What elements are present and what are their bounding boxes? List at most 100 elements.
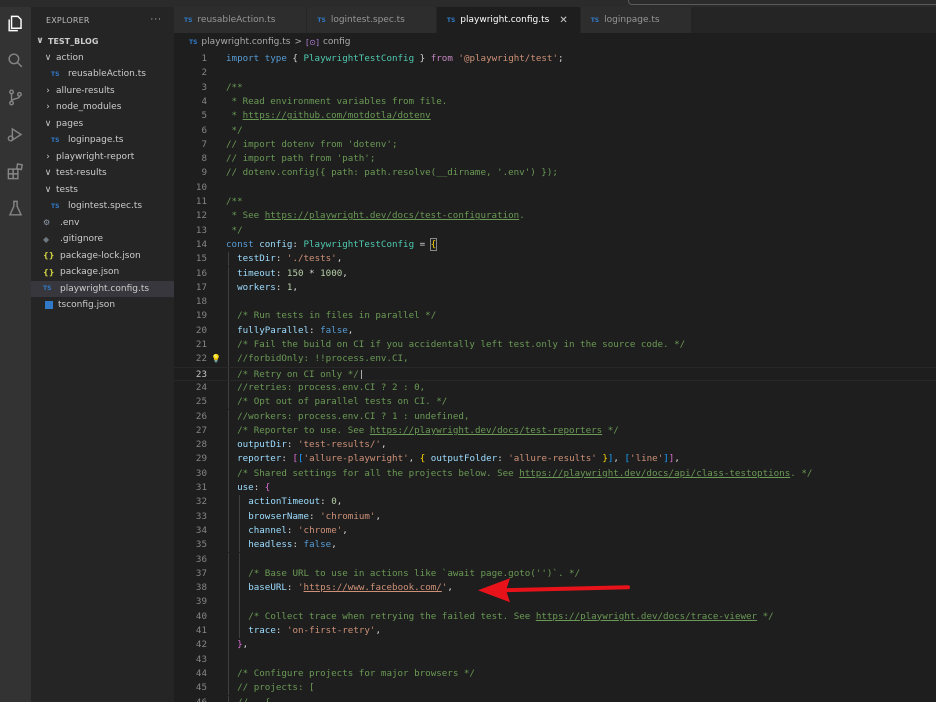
lightbulb-icon[interactable]: 💡 bbox=[211, 352, 221, 366]
chevron-right-icon[interactable]: › bbox=[43, 152, 53, 162]
chevron-down-icon[interactable]: ∨ bbox=[43, 168, 53, 178]
code-line[interactable]: 9 // dotenv.config({ path: path.resolve(_… bbox=[174, 166, 936, 180]
file-item[interactable]: TS playwright.config.ts bbox=[31, 280, 174, 297]
code-token: reporter bbox=[237, 453, 282, 465]
tab-logintest-spec-ts[interactable]: TS logintest.spec.ts bbox=[307, 7, 437, 33]
indent-guide bbox=[228, 295, 229, 310]
code-line[interactable]: 36 bbox=[174, 552, 936, 567]
code-token: config bbox=[259, 238, 293, 250]
line-number: 14 bbox=[195, 238, 207, 250]
code-line[interactable]: 14 const config: PlaywrightTestConfig = { bbox=[174, 237, 936, 252]
file-item[interactable]: TS reusableAction.ts bbox=[31, 66, 174, 83]
line-number: 29 bbox=[195, 453, 207, 465]
chevron-down-icon[interactable]: ∨ bbox=[43, 185, 53, 195]
file-item[interactable]: tsconfig.json bbox=[31, 297, 174, 314]
chevron-down-icon[interactable]: ∨ bbox=[35, 36, 45, 46]
code-line[interactable]: 24 //retries: process.env.CI ? 2 : 0, bbox=[174, 380, 936, 396]
code-line[interactable]: 11 /** bbox=[174, 195, 936, 209]
code-line[interactable]: 38 baseURL: 'https://www.facebook.com/', bbox=[174, 581, 936, 596]
file-item[interactable]: {} package-lock.json bbox=[31, 248, 174, 265]
code-line[interactable]: 13 */ bbox=[174, 224, 936, 238]
tab-reusableAction-ts[interactable]: TS reusableAction.ts bbox=[174, 7, 308, 33]
file-item[interactable]: {} package.json bbox=[31, 264, 174, 281]
code-line[interactable]: 39 bbox=[174, 595, 936, 610]
code-line[interactable]: 17 workers: 1, bbox=[174, 280, 936, 296]
file-item[interactable]: ⚙ .env bbox=[31, 215, 174, 232]
source-control-icon[interactable] bbox=[0, 82, 31, 112]
code-editor[interactable]: 1 import type { PlaywrightTestConfig } fr… bbox=[174, 49, 936, 702]
file-item[interactable]: ◆ .gitignore bbox=[31, 231, 174, 248]
run-debug-icon[interactable] bbox=[0, 119, 31, 149]
code-line[interactable]: 2 bbox=[174, 66, 936, 80]
code-line[interactable]: 28 outputDir: 'test-results/', bbox=[174, 438, 936, 453]
close-icon[interactable]: ✕ bbox=[559, 15, 567, 26]
code-line[interactable]: 21 /* Fail the build on CI if you acciden… bbox=[174, 338, 936, 353]
code-token: false bbox=[320, 324, 348, 336]
indent-guide bbox=[228, 309, 229, 324]
folder-item[interactable]: ∨ test-results bbox=[31, 165, 174, 182]
line-number: 6 bbox=[201, 124, 207, 136]
code-line[interactable]: 33 browserName: 'chromium', bbox=[174, 509, 936, 524]
code-line[interactable]: 16 timeout: 150 * 1000, bbox=[174, 266, 936, 281]
code-line[interactable]: 7 // import dotenv from 'dotenv'; bbox=[174, 138, 936, 152]
indent-guide bbox=[228, 252, 229, 267]
code-line[interactable]: 40 /* Collect trace when retrying the fai… bbox=[174, 609, 936, 624]
code-line[interactable]: 1 import type { PlaywrightTestConfig } fr… bbox=[174, 52, 936, 66]
indent-guide bbox=[239, 609, 241, 624]
tab-loginpage-ts[interactable]: TS loginpage.ts bbox=[580, 7, 692, 33]
code-line[interactable]: 6 */ bbox=[174, 124, 936, 138]
code-line[interactable]: 31 use: { bbox=[174, 481, 936, 496]
code-line[interactable]: 12 * See https://playwright.dev/docs/tes… bbox=[174, 209, 936, 223]
more-actions-icon[interactable]: ··· bbox=[150, 15, 162, 25]
code-line[interactable]: 44 /* Configure projects for major browse… bbox=[174, 666, 936, 682]
file-item[interactable]: TS loginpage.ts bbox=[31, 132, 174, 149]
code-line[interactable]: 42}, bbox=[174, 638, 936, 653]
code-line[interactable]: 3 /** bbox=[174, 81, 936, 95]
folder-item[interactable]: ∨ action bbox=[31, 50, 174, 67]
code-line[interactable]: 4 * Read environment variables from file… bbox=[174, 95, 936, 109]
code-line[interactable]: 26 //workers: process.env.CI ? 1 : undefi… bbox=[174, 409, 936, 424]
breadcrumb-file[interactable]: playwright.config.ts bbox=[201, 37, 290, 47]
code-line[interactable]: 45 // projects: [ bbox=[174, 681, 936, 696]
explorer-icon[interactable] bbox=[0, 8, 31, 38]
code-line[interactable]: 22 💡 //forbidOnly: !!process.env.CI, bbox=[174, 352, 936, 367]
code-token: https://playwright.dev/docs/api/class-te… bbox=[519, 467, 791, 479]
code-line[interactable]: 8 // import path from 'path'; bbox=[174, 152, 936, 166]
code-line[interactable]: 29 reporter: [['allure-playwright', { out… bbox=[174, 452, 936, 467]
chevron-down-icon[interactable]: ∨ bbox=[43, 53, 53, 63]
folder-item[interactable]: › playwright-report bbox=[31, 149, 174, 166]
file-item[interactable]: TS logintest.spec.ts bbox=[31, 198, 174, 215]
tab-playwright-config-ts[interactable]: TS playwright.config.ts ✕ bbox=[436, 7, 581, 33]
chevron-down-icon[interactable]: ∨ bbox=[43, 119, 53, 129]
code-line[interactable]: 34 channel: 'chrome', bbox=[174, 523, 936, 539]
extensions-icon[interactable] bbox=[0, 156, 31, 186]
code-line[interactable]: 5 * https://github.com/motdotla/dotenv bbox=[174, 109, 936, 123]
code-line[interactable]: 18 bbox=[174, 295, 936, 310]
code-line[interactable]: 30 /* Shared settings for all the project… bbox=[174, 466, 936, 481]
code-line[interactable]: 23 /* Retry on CI only */| bbox=[174, 366, 936, 381]
code-line[interactable]: 20 fullyParallel: false, bbox=[174, 323, 936, 338]
code-line[interactable]: 37 /* Base URL to use in actions like `aw… bbox=[174, 566, 936, 582]
code-token: 'test-results/' bbox=[297, 439, 381, 451]
code-line[interactable]: 35 headless: false, bbox=[174, 538, 936, 553]
folder-item[interactable]: ∨ pages bbox=[31, 116, 174, 133]
code-line[interactable]: 41 trace: 'on-first-retry', bbox=[174, 624, 936, 639]
code-line[interactable]: 32 actionTimeout: 0, bbox=[174, 495, 936, 510]
testing-icon[interactable] bbox=[0, 193, 31, 223]
code-line[interactable]: 27 /* Reporter to use. See https://playwr… bbox=[174, 423, 936, 439]
chevron-right-icon[interactable]: › bbox=[43, 86, 53, 96]
code-line[interactable]: 15 testDir: './tests', bbox=[174, 252, 936, 267]
folder-item[interactable]: ∨ tests bbox=[31, 182, 174, 199]
code-line[interactable]: 43 bbox=[174, 652, 936, 667]
workspace-root[interactable]: ∨ TEST_BLOG bbox=[31, 33, 174, 50]
folder-item[interactable]: › node_modules bbox=[31, 99, 174, 116]
code-line[interactable]: 25 /* Opt out of parallel tests on CI. */ bbox=[174, 395, 936, 410]
explorer-header: EXPLORER ··· bbox=[31, 7, 174, 33]
chevron-right-icon[interactable]: › bbox=[43, 102, 53, 112]
code-line[interactable]: 19 /* Run tests in files in parallel */ bbox=[174, 309, 936, 324]
breadcrumb-symbol[interactable]: config bbox=[323, 37, 351, 47]
code-line[interactable]: 46 // { bbox=[174, 695, 936, 702]
search-icon[interactable] bbox=[0, 45, 31, 75]
folder-item[interactable]: › allure-results bbox=[31, 83, 174, 100]
code-line[interactable]: 10 bbox=[174, 181, 936, 195]
